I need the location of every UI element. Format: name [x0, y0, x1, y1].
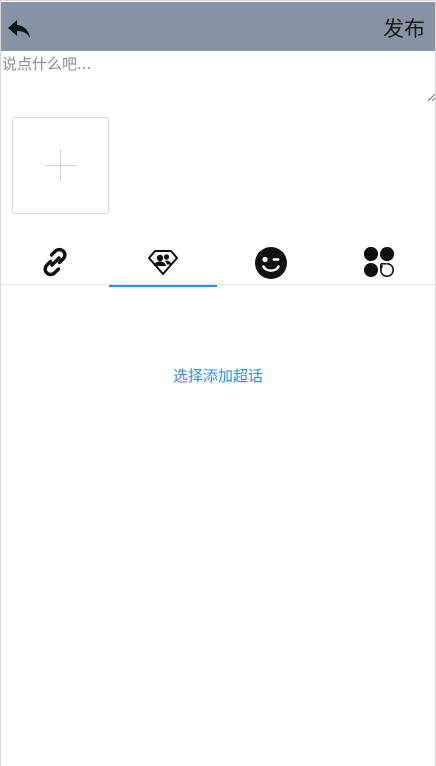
tab-link[interactable]	[1, 241, 109, 285]
back-button[interactable]	[7, 17, 33, 41]
plus-icon-vertical	[60, 150, 61, 182]
link-icon	[43, 247, 67, 277]
select-supertopic-link[interactable]: 选择添加超话	[1, 366, 435, 386]
active-tab-indicator	[109, 285, 217, 287]
plus-icon	[45, 165, 77, 166]
attachment-tabs	[1, 241, 435, 287]
resize-handle[interactable]	[427, 93, 435, 101]
diamond-people-icon	[148, 250, 178, 275]
apps-grid-icon	[364, 247, 394, 277]
reply-arrow-icon	[8, 20, 30, 38]
add-photo-button[interactable]	[12, 117, 109, 214]
post-text-input[interactable]	[1, 52, 435, 102]
wink-emoji-icon	[255, 247, 287, 279]
post-composer-screen: 发布 说点什么吧... 选择添加超话	[0, 0, 436, 766]
tab-supertopic[interactable]	[109, 241, 217, 287]
tab-emoji[interactable]	[217, 241, 325, 285]
publish-button[interactable]: 发布	[383, 16, 425, 42]
top-bar: 发布	[1, 2, 435, 51]
tab-more[interactable]	[325, 241, 433, 285]
